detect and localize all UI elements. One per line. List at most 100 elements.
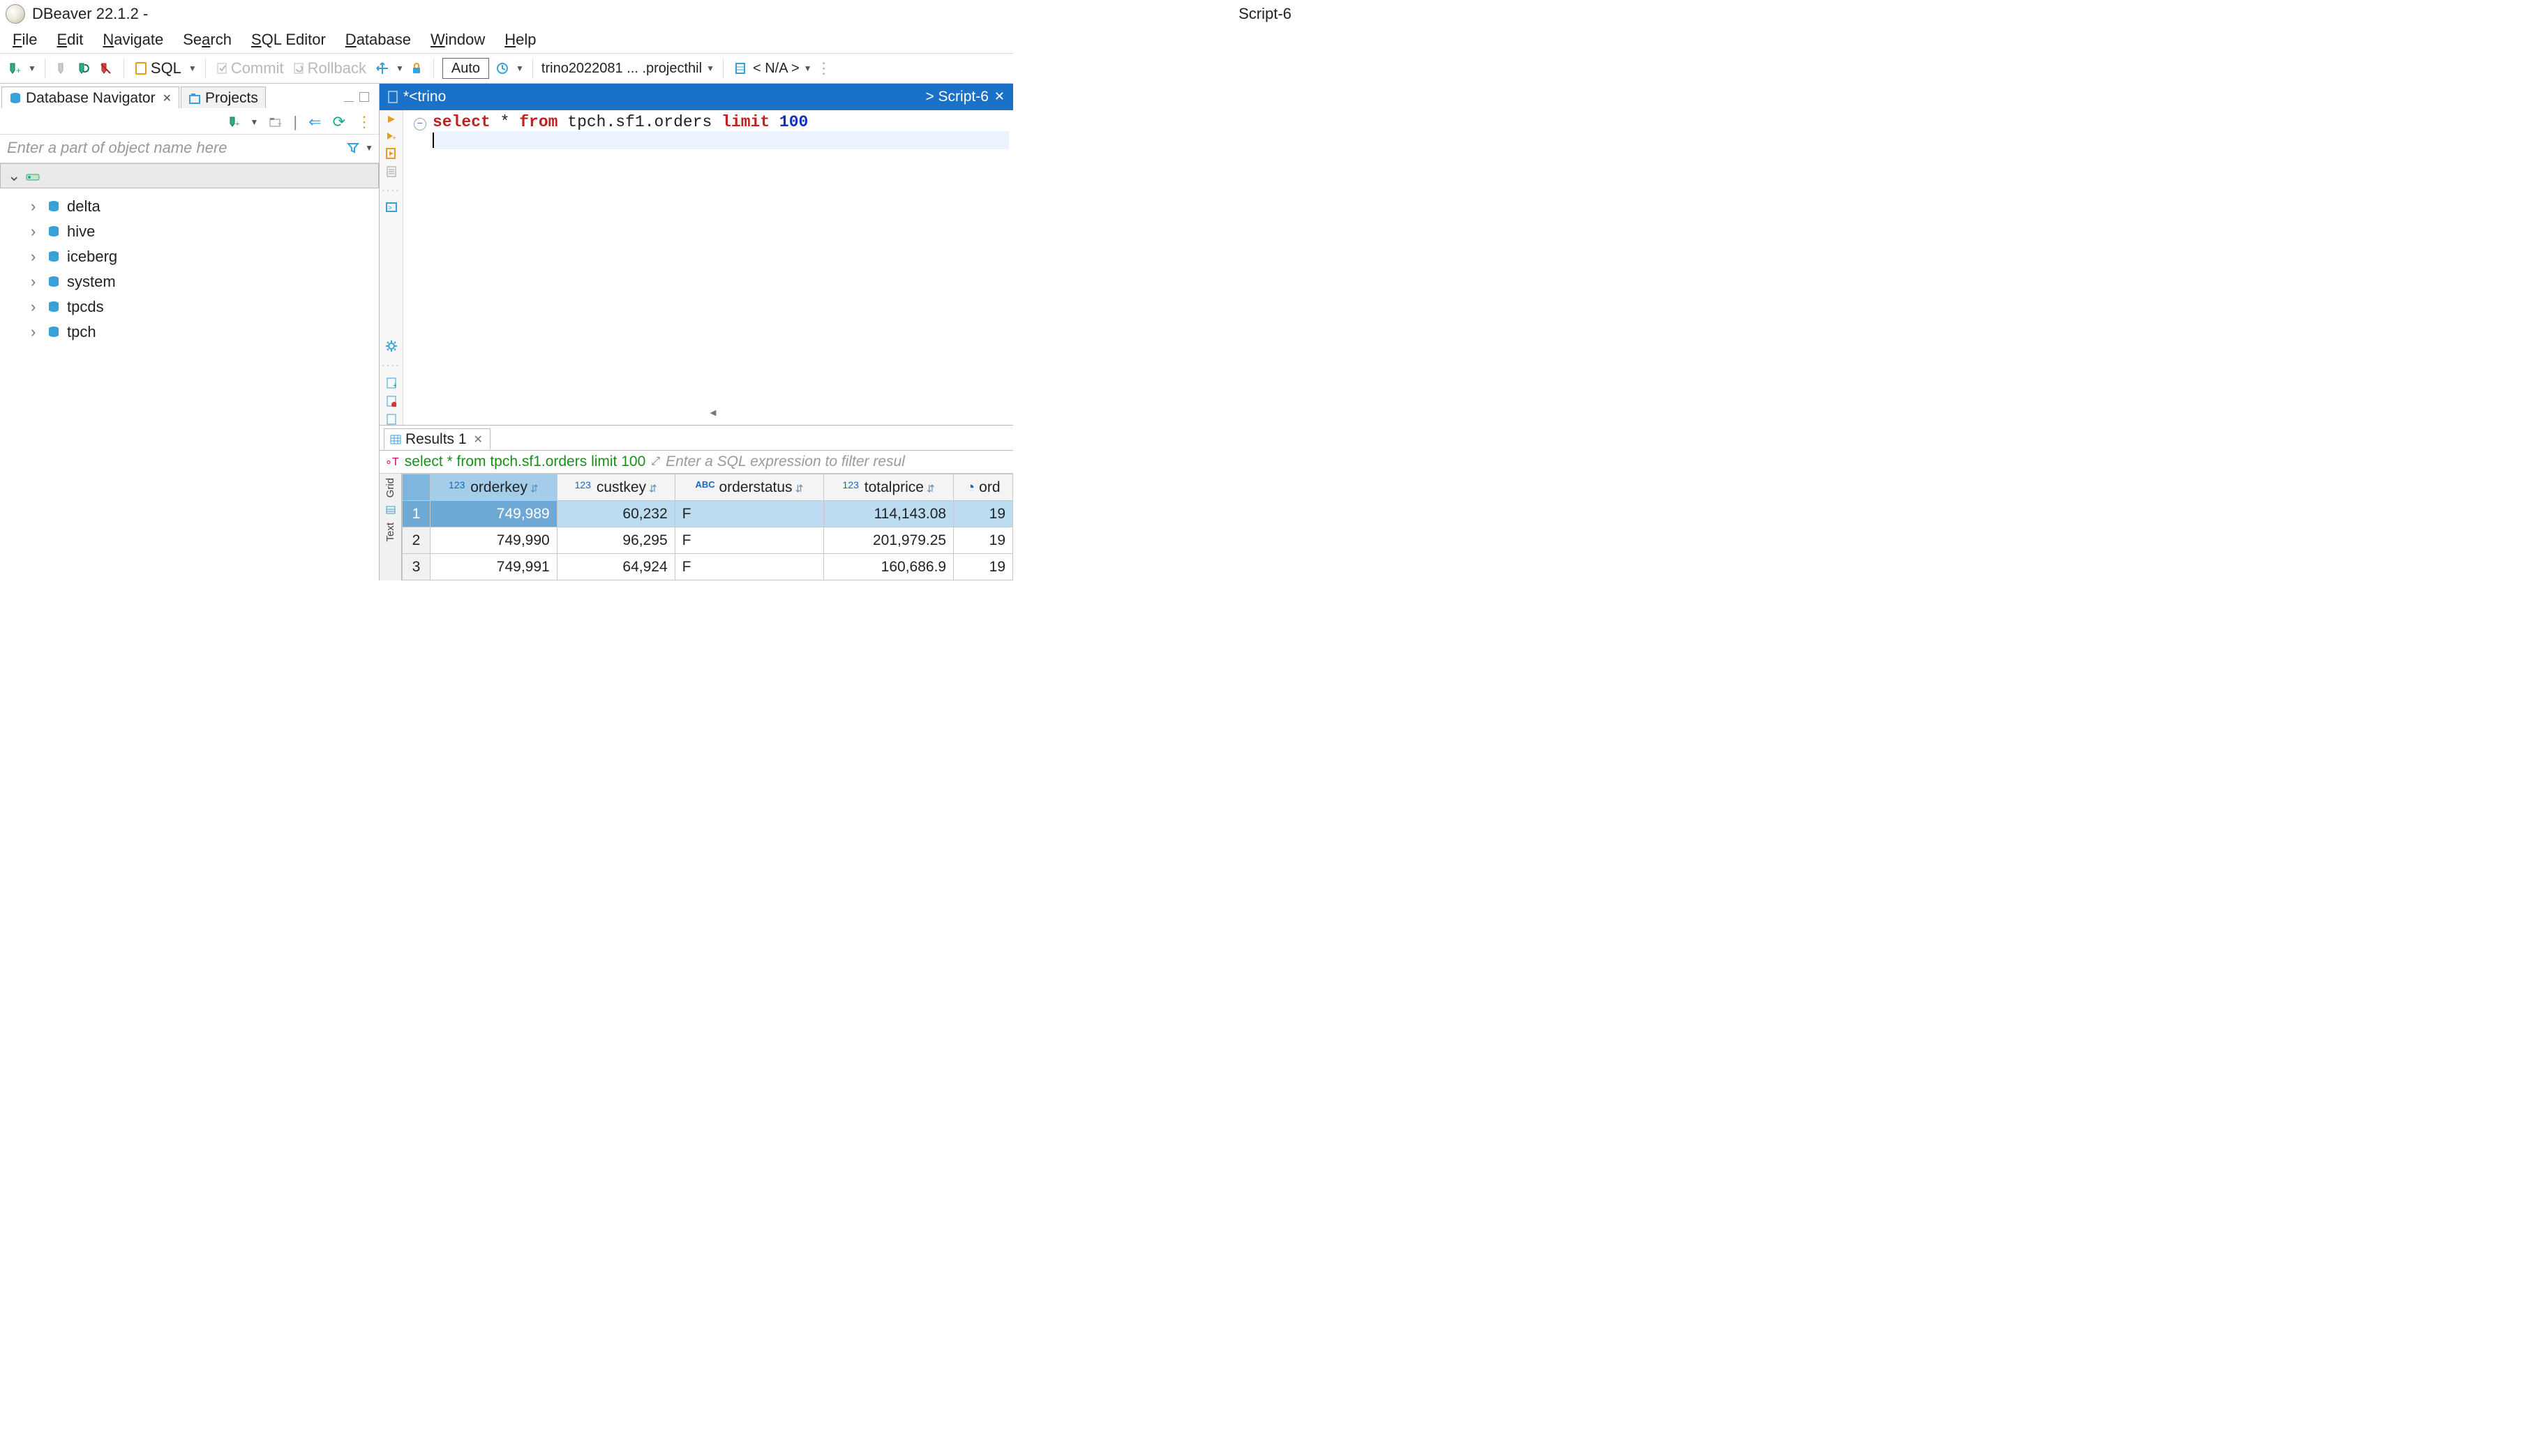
results-view-text[interactable]: Text [383, 518, 398, 546]
menu-navigate[interactable]: Navigate [103, 31, 163, 49]
col-custkey[interactable]: 123 custkey⇵ [557, 474, 675, 501]
cell[interactable]: F [675, 527, 823, 554]
menu-file[interactable]: File [13, 31, 37, 49]
execute-statement-icon[interactable] [387, 114, 396, 124]
expand-icon[interactable]: › [31, 197, 40, 216]
lock-icon[interactable] [408, 61, 425, 76]
cell[interactable]: 114,143.08 [824, 501, 954, 527]
cell[interactable]: 749,989 [431, 501, 557, 527]
navigator-filter-input[interactable] [6, 136, 341, 160]
cell[interactable]: F [675, 554, 823, 580]
cell[interactable]: 749,990 [431, 527, 557, 554]
reconnect-button[interactable] [75, 61, 93, 76]
filter-dropdown[interactable]: ▼ [365, 143, 373, 153]
transaction-mode-button[interactable] [373, 61, 391, 76]
cell[interactable]: 96,295 [557, 527, 675, 554]
col-orderstatus[interactable]: ABC orderstatus⇵ [675, 474, 823, 501]
cell[interactable]: 60,232 [557, 501, 675, 527]
tab-database-navigator[interactable]: Database Navigator ✕ [1, 87, 179, 108]
menu-help[interactable]: Help [504, 31, 536, 49]
schema-selector-dropdown[interactable]: ▼ [804, 63, 812, 73]
sql-editor-dropdown[interactable]: ▼ [188, 63, 197, 73]
results-tab[interactable]: Results 1 ✕ [384, 428, 491, 450]
refresh-icon[interactable]: ⟳ [333, 113, 345, 131]
transaction-log-button[interactable] [493, 61, 511, 76]
grid-view-icon[interactable] [386, 502, 396, 518]
menu-sql-editor[interactable]: SQL Editor [251, 31, 326, 49]
menu-search[interactable]: Search [183, 31, 232, 49]
minimize-view-icon[interactable] [344, 92, 354, 102]
close-editor-icon[interactable]: ✕ [994, 89, 1005, 104]
tree-root[interactable]: ⌄ [0, 163, 379, 188]
transaction-mode-dropdown[interactable]: ▼ [396, 63, 404, 73]
expand-icon[interactable]: › [31, 323, 40, 341]
cell[interactable]: 160,686.9 [824, 554, 954, 580]
table-row[interactable]: 2 749,990 96,295 F 201,979.25 19 [403, 527, 1013, 554]
new-connection-small-icon[interactable]: + [228, 117, 239, 128]
expand-filter-icon[interactable]: ⤢ [651, 456, 660, 468]
results-view-grid[interactable]: Grid [383, 474, 398, 502]
autocommit-toggle[interactable]: Auto [442, 58, 489, 79]
editor-settings-icon[interactable] [385, 340, 398, 352]
connection-selector[interactable]: trino2022081 ... .projecthil [541, 61, 702, 77]
connect-button[interactable] [54, 61, 70, 76]
table-row[interactable]: 3 749,991 64,924 F 160,686.9 19 [403, 554, 1013, 580]
expand-icon[interactable]: › [31, 223, 40, 241]
expand-icon[interactable]: › [31, 273, 40, 291]
disconnect-button[interactable] [97, 61, 115, 76]
new-script-icon[interactable]: + [387, 377, 396, 389]
cell[interactable]: 749,991 [431, 554, 557, 580]
menu-window[interactable]: Window [431, 31, 485, 49]
tree-item-delta[interactable]: › delta [0, 194, 379, 219]
collapse-icon[interactable]: ⇐ [308, 113, 321, 131]
execute-in-new-tab-icon[interactable] [386, 148, 397, 159]
menu-database[interactable]: Database [345, 31, 411, 49]
col-totalprice[interactable]: 123 totalprice⇵ [824, 474, 954, 501]
table-row[interactable]: 1 749,989 60,232 F 114,143.08 19 [403, 501, 1013, 527]
maximize-view-icon[interactable] [359, 92, 369, 102]
scroll-left-icon[interactable]: ◂ [708, 403, 718, 422]
cell[interactable]: F [675, 501, 823, 527]
cell[interactable]: 201,979.25 [824, 527, 954, 554]
cell[interactable]: 19 [954, 527, 1013, 554]
col-orderkey[interactable]: 123 orderkey⇵ [431, 474, 557, 501]
sql-editor[interactable]: − select * from tpch.sf1.orders limit 10… [403, 110, 1013, 425]
sql-editor-button[interactable]: SQL [133, 58, 184, 79]
cell[interactable]: 64,924 [557, 554, 675, 580]
tree-item-tpch[interactable]: › tpch [0, 320, 379, 345]
tree-item-iceberg[interactable]: › iceberg [0, 244, 379, 269]
new-connection-button[interactable]: + [6, 61, 24, 76]
cell[interactable]: 19 [954, 501, 1013, 527]
tree-item-tpcds[interactable]: › tpcds [0, 294, 379, 320]
execute-script-icon[interactable]: + [386, 131, 397, 141]
link-editor-icon[interactable]: ⋮ [357, 113, 372, 131]
expand-icon[interactable]: › [31, 298, 40, 316]
rollback-button[interactable]: Rollback [291, 58, 369, 79]
connection-selector-dropdown[interactable]: ▼ [706, 63, 714, 73]
row-number-header[interactable] [403, 474, 431, 501]
col-ord[interactable]: ◔ ord [954, 474, 1013, 501]
tree-item-system[interactable]: › system [0, 269, 379, 294]
commit-button[interactable]: Commit [214, 58, 287, 79]
expand-icon[interactable]: › [31, 248, 40, 266]
close-tab-icon[interactable]: ✕ [163, 91, 172, 105]
transaction-log-dropdown[interactable]: ▼ [516, 63, 524, 73]
cell[interactable]: 19 [954, 554, 1013, 580]
results-filter-input[interactable]: Enter a SQL expression to filter resul [666, 453, 905, 470]
close-results-icon[interactable]: ✕ [474, 433, 483, 446]
show-output-icon[interactable]: >_ [386, 202, 397, 212]
tree-item-hive[interactable]: › hive [0, 219, 379, 244]
load-script-icon[interactable] [387, 414, 396, 425]
filter-icon[interactable] [347, 142, 359, 154]
editor-tab-script[interactable]: *<trino > Script-6 ✕ [380, 84, 1013, 110]
new-folder-icon[interactable]: + [269, 117, 282, 127]
fold-icon[interactable]: − [414, 118, 426, 130]
new-connection-dropdown[interactable]: ▼ [28, 63, 36, 73]
menu-edit[interactable]: Edit [57, 31, 83, 49]
tab-projects[interactable]: Projects [181, 87, 266, 108]
new-connection-small-dropdown[interactable]: ▼ [250, 117, 259, 127]
save-error-icon[interactable] [387, 396, 396, 407]
schema-selector[interactable]: < N/A > [753, 61, 800, 77]
results-table[interactable]: 123 orderkey⇵ 123 custkey⇵ ABC orderstat… [402, 474, 1013, 580]
explain-plan-icon[interactable] [387, 166, 396, 177]
